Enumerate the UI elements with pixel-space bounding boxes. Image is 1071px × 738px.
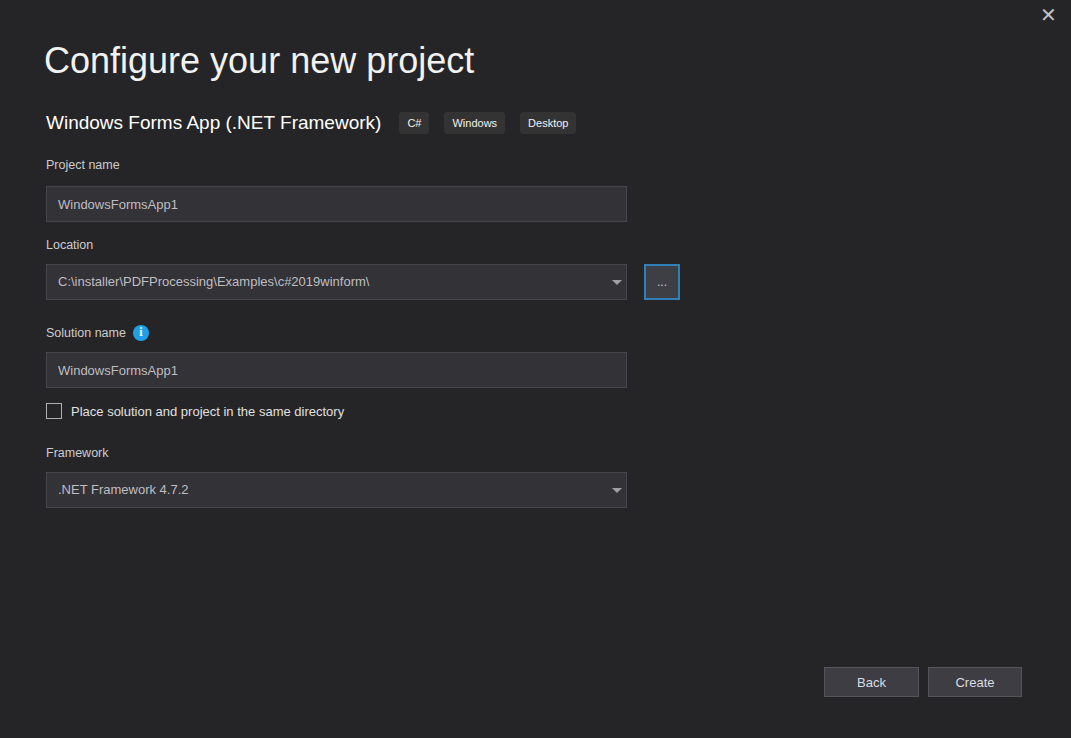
tag-desktop: Desktop	[520, 112, 576, 134]
location-value: C:\installer\PDFProcessing\Examples\c#20…	[47, 265, 626, 299]
browse-button[interactable]: ...	[644, 264, 680, 300]
create-button[interactable]: Create	[928, 667, 1022, 697]
tag-csharp: C#	[399, 112, 429, 134]
template-header: Windows Forms App (.NET Framework) C# Wi…	[46, 111, 576, 135]
project-name-input[interactable]	[47, 187, 626, 221]
project-name-label: Project name	[46, 158, 120, 172]
chevron-down-icon[interactable]	[612, 280, 622, 285]
same-directory-label: Place solution and project in the same d…	[71, 404, 344, 419]
framework-combo[interactable]: .NET Framework 4.7.2	[46, 472, 627, 508]
framework-label: Framework	[46, 446, 109, 460]
back-button[interactable]: Back	[824, 667, 919, 697]
project-name-field	[46, 186, 627, 222]
solution-name-label-row: Solution name i	[46, 324, 149, 341]
location-combo[interactable]: C:\installer\PDFProcessing\Examples\c#20…	[46, 264, 627, 300]
tag-windows: Windows	[444, 112, 505, 134]
page-title: Configure your new project	[44, 40, 474, 82]
same-directory-checkbox[interactable]	[46, 403, 62, 419]
framework-value: .NET Framework 4.7.2	[47, 473, 626, 507]
info-icon[interactable]: i	[133, 325, 149, 341]
solution-name-input[interactable]	[47, 353, 626, 387]
template-tags: C# Windows Desktop	[399, 112, 576, 134]
solution-name-label: Solution name	[46, 326, 126, 340]
chevron-down-icon[interactable]	[612, 488, 622, 493]
close-icon[interactable]: ✕	[1040, 4, 1057, 26]
solution-name-field	[46, 352, 627, 388]
location-label: Location	[46, 238, 93, 252]
template-name: Windows Forms App (.NET Framework)	[46, 112, 381, 134]
same-directory-row: Place solution and project in the same d…	[46, 403, 344, 419]
